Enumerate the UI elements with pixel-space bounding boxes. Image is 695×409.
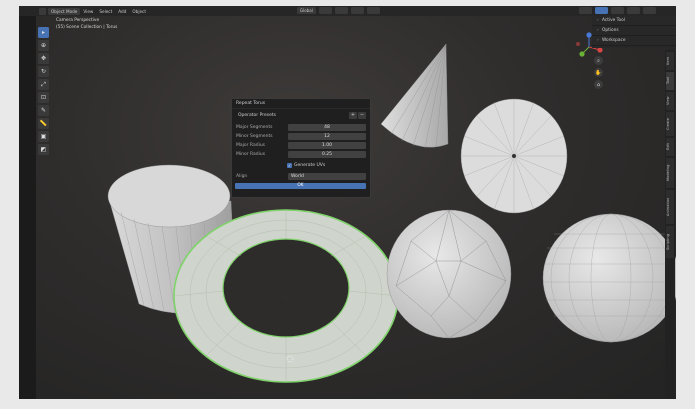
gizmo-toggle-icon[interactable]: [595, 7, 608, 14]
major-segments-input[interactable]: 48: [288, 123, 366, 131]
viewport-header: Object Mode View Select Add Object Globa…: [19, 6, 676, 16]
operator-presets-label[interactable]: Operator Presets: [235, 113, 348, 118]
visibility-icon[interactable]: [579, 7, 592, 14]
torus-object[interactable]: [173, 209, 399, 383]
editor-type-icon[interactable]: [39, 7, 46, 15]
tab-item[interactable]: Item: [666, 52, 674, 70]
redo-panel: Repeat Torus Operator Presets + − Major …: [231, 98, 371, 198]
shading-icon[interactable]: [643, 7, 656, 14]
add-cube-tool-icon[interactable]: ▣: [38, 131, 49, 142]
pivot-icon[interactable]: [318, 7, 332, 14]
major-segments-field: Major Segments 48: [235, 123, 366, 131]
scene-objects: [107, 43, 676, 383]
rotate-tool-icon[interactable]: ↻: [38, 66, 49, 77]
menu-view[interactable]: View: [80, 9, 96, 14]
outliner-row-active-tool[interactable]: › Active Tool: [592, 16, 676, 26]
uv-sphere-object[interactable]: [542, 213, 676, 343]
properties-region: › Active Tool › Options › Workspace: [592, 16, 676, 48]
minor-segments-input[interactable]: 12: [288, 132, 366, 140]
remove-preset-icon[interactable]: −: [358, 112, 366, 119]
minor-segments-field: Minor Segments 12: [235, 132, 366, 140]
align-field: Align World: [235, 172, 366, 180]
tab-animation[interactable]: Animation: [666, 190, 674, 224]
object-origin: [285, 297, 287, 299]
menu-select[interactable]: Select: [96, 9, 115, 14]
operator-presets: Operator Presets + −: [235, 111, 366, 120]
align-dropdown[interactable]: World: [288, 172, 366, 180]
tab-modeling[interactable]: Modeling: [666, 158, 674, 188]
add-preset-icon[interactable]: +: [349, 112, 357, 119]
blender-window: Object Mode View Select Add Object Globa…: [19, 6, 676, 399]
major-radius-input[interactable]: 1.00: [288, 141, 366, 149]
tool-shelf: ▸ ⊕ ✥ ↻ ⤢ ⊡ ✎ 📏 ▣ ◩: [38, 27, 50, 155]
falloff-icon[interactable]: [366, 7, 380, 14]
camera-view-icon[interactable]: ⌂: [594, 80, 603, 89]
outliner-row-workspace[interactable]: › Workspace: [592, 36, 676, 46]
move-tool-icon[interactable]: ✥: [38, 53, 49, 64]
measure-tool-icon[interactable]: 📏: [38, 118, 49, 129]
annotate-tool-icon[interactable]: ✎: [38, 105, 49, 116]
menu-add[interactable]: Add: [115, 9, 129, 14]
3d-viewport[interactable]: Camera Perspective (55) Scene Collection…: [36, 16, 676, 399]
overlay-icon[interactable]: [611, 7, 624, 14]
zoom-icon[interactable]: ⌕: [594, 56, 603, 65]
sidebar-tabs: Item Tool View Create Edit Modeling Anim…: [665, 50, 675, 399]
tab-tool[interactable]: Tool: [666, 72, 674, 90]
transform-tool-icon[interactable]: ⊡: [38, 92, 49, 103]
mode-dropdown[interactable]: Object Mode: [48, 7, 81, 15]
ok-button[interactable]: OK: [235, 183, 366, 189]
tab-scripting[interactable]: Scripting: [666, 226, 674, 258]
minor-radius-input[interactable]: 0.25: [288, 150, 366, 158]
checkmark-icon: ✓: [287, 163, 292, 168]
orientation-dropdown[interactable]: Global: [297, 7, 316, 14]
extra-tool-icon[interactable]: ◩: [38, 144, 49, 155]
generate-uvs-checkbox[interactable]: ✓ Generate UVs: [287, 163, 325, 168]
xray-icon[interactable]: [627, 7, 640, 14]
cursor-tool-icon[interactable]: ⊕: [38, 40, 49, 51]
outliner-row-options[interactable]: › Options: [592, 26, 676, 36]
icosphere-object[interactable]: [386, 209, 512, 339]
minor-radius-field: Minor Radius 0.25: [235, 150, 366, 158]
menu-object[interactable]: Object: [129, 9, 149, 14]
pan-hand-icon[interactable]: ✋: [594, 68, 603, 77]
tab-view[interactable]: View: [666, 92, 674, 110]
tab-create[interactable]: Create: [666, 112, 674, 136]
cone-object[interactable]: [380, 43, 449, 149]
proportional-edit-icon[interactable]: [350, 7, 364, 14]
tab-edit[interactable]: Edit: [666, 138, 674, 156]
redo-panel-title[interactable]: Repeat Torus: [232, 99, 370, 109]
scale-tool-icon[interactable]: ⤢: [38, 79, 49, 90]
snap-icon[interactable]: [334, 7, 348, 14]
circle-object[interactable]: [460, 98, 568, 214]
major-radius-field: Major Radius 1.00: [235, 141, 366, 149]
select-tool-icon[interactable]: ▸: [38, 27, 49, 38]
